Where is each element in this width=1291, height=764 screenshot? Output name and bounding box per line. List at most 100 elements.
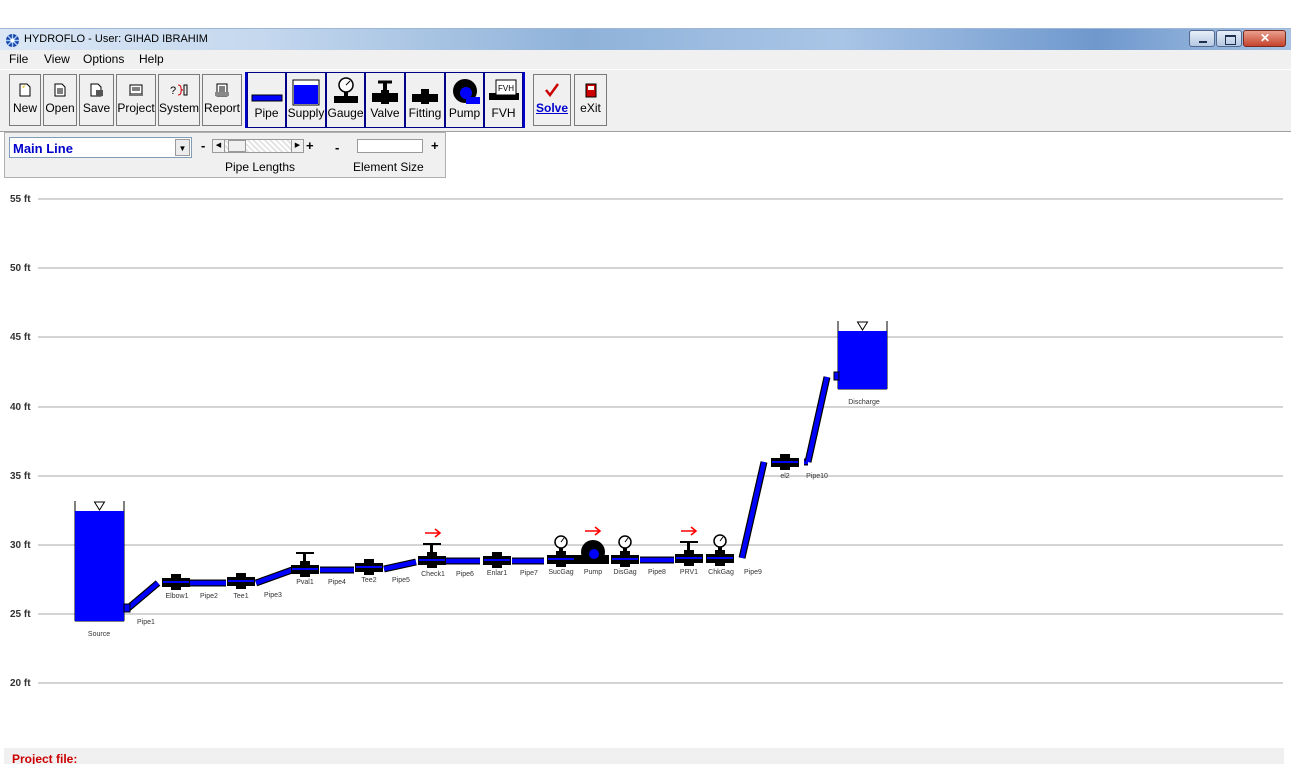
menu-help[interactable]: Help [139,52,164,66]
fvh-icon: FVH [488,79,519,100]
elevation-label: 45 ft [10,332,31,343]
hydroflo-app-icon [6,34,19,47]
element-label: PRV1 [680,569,698,576]
gauge-button[interactable]: Gauge [326,72,365,128]
save-button[interactable]: Save [79,74,114,126]
maximize-button[interactable] [1216,30,1242,47]
disgag-gauge[interactable] [611,535,639,567]
element-size-minus[interactable]: - [335,140,339,155]
line-selector-panel: Main Line ▼ - ◀ ▶ + - + Pipe Lengths Ele… [4,132,446,178]
pump-element[interactable] [575,540,609,564]
element-label: Source [88,631,110,638]
elbow1-fitting[interactable] [162,574,190,590]
enlar1-fitting[interactable] [483,552,511,568]
elevation-label: 20 ft [10,678,31,689]
new-button[interactable]: New [9,74,41,126]
tee2-fitting[interactable] [355,559,383,575]
element-label: Enlar1 [487,570,507,577]
elevation-label: 25 ft [10,609,31,620]
fvh-button[interactable]: FVH FVH [484,72,523,128]
report-icon [215,83,229,97]
line-select-value: Main Line [13,141,73,156]
system-button[interactable]: ? System [158,74,200,126]
pipe-lengths-scrollbar[interactable]: ◀ ▶ [212,139,304,153]
report-button[interactable]: Report [202,74,242,126]
valve-icon [372,80,398,104]
status-bar: Project file: [4,748,1284,764]
pump-icon [452,79,480,104]
valve-button[interactable]: Valve [365,72,405,128]
chkgag-gauge[interactable] [706,534,734,566]
supply-button[interactable]: Supply [286,72,326,128]
check1-valve[interactable] [418,543,446,568]
element-label: Pipe5 [392,577,410,584]
element-label: Check1 [421,571,445,578]
water-level-icon [856,321,869,331]
element-label: Pipe2 [200,593,218,600]
supply-tank-icon [292,79,320,106]
menu-view[interactable]: View [44,52,70,66]
solve-button[interactable]: Solve [533,74,571,126]
elevation-label: 30 ft [10,540,31,551]
element-label: Pipe4 [328,579,346,586]
pipe-segment-fill[interactable] [124,581,160,612]
system-schematic[interactable]: 55 ft 50 ft 45 ft 40 ft 35 ft 30 ft 25 ft 20 ft… [0,180,1291,740]
discharge-tank[interactable] [837,321,888,390]
pipe-lengths-thumb[interactable] [228,140,246,152]
scroll-right-icon[interactable]: ▶ [291,140,303,152]
project-icon [129,84,143,96]
element-label: Pipe3 [264,592,282,599]
project-button[interactable]: Project [116,74,156,126]
chevron-down-icon[interactable]: ▼ [175,139,190,156]
element-label: SucGag [548,569,573,576]
flow-direction-arrow-icon [425,528,442,538]
sucgag-gauge[interactable] [547,535,575,567]
exit-door-icon [585,83,596,98]
close-button[interactable] [1243,30,1286,47]
pipe-icon [251,94,282,102]
fitting-button[interactable]: Fitting [405,72,445,128]
pipe-lengths-label: Pipe Lengths [225,160,296,174]
checkmark-icon [545,83,559,97]
menu-bar: File View Options Help [0,50,1291,69]
save-file-icon [90,83,103,97]
window-title: HYDROFLO - User: GIHAD IBRAHIM [24,33,208,45]
fvh-icon-text: FVH [498,84,514,93]
prv1-valve[interactable] [675,541,703,566]
elevation-label: 55 ft [10,194,31,205]
pipe-segment-fill[interactable] [255,567,293,586]
source-tank[interactable] [74,501,125,622]
pval1-valve[interactable] [291,552,319,577]
open-file-icon [54,83,66,97]
pipe-button[interactable]: Pipe [247,72,286,128]
menu-options[interactable]: Options [83,52,124,66]
line-select[interactable]: Main Line ▼ [9,137,192,158]
scroll-left-icon[interactable]: ◀ [213,140,225,152]
elevation-label: 40 ft [10,402,31,413]
new-file-icon [19,83,31,97]
pump-button[interactable]: Pump [445,72,484,128]
pipe-segment-fill[interactable] [805,376,830,463]
element-label: Pipe6 [456,571,474,578]
elevation-label: 50 ft [10,263,31,274]
tee1-fitting[interactable] [227,573,255,589]
water-level-icon [93,501,106,511]
element-size-plus[interactable]: + [431,138,439,153]
element-label: Pval1 [296,579,314,586]
element-size-label: Element Size [353,160,424,174]
project-file-label: Project file: [12,752,78,764]
pipe-lengths-plus[interactable]: + [306,138,314,153]
exit-button[interactable]: eXit [574,74,607,126]
open-button[interactable]: Open [43,74,77,126]
element-label: Tee1 [233,593,248,600]
element-label: Tee2 [361,577,376,584]
element-label: el2 [780,473,789,480]
el2-fitting[interactable] [771,454,799,470]
hydroflo-app: HYDROFLO - User: GIHAD IBRAHIM File View… [0,0,1291,764]
menu-file[interactable]: File [9,52,28,66]
element-label: Elbow1 [166,593,189,600]
element-label: Pipe9 [744,569,762,576]
pipe-lengths-minus[interactable]: - [201,138,205,153]
minimize-button[interactable] [1189,30,1215,47]
element-size-slider[interactable] [357,139,423,153]
